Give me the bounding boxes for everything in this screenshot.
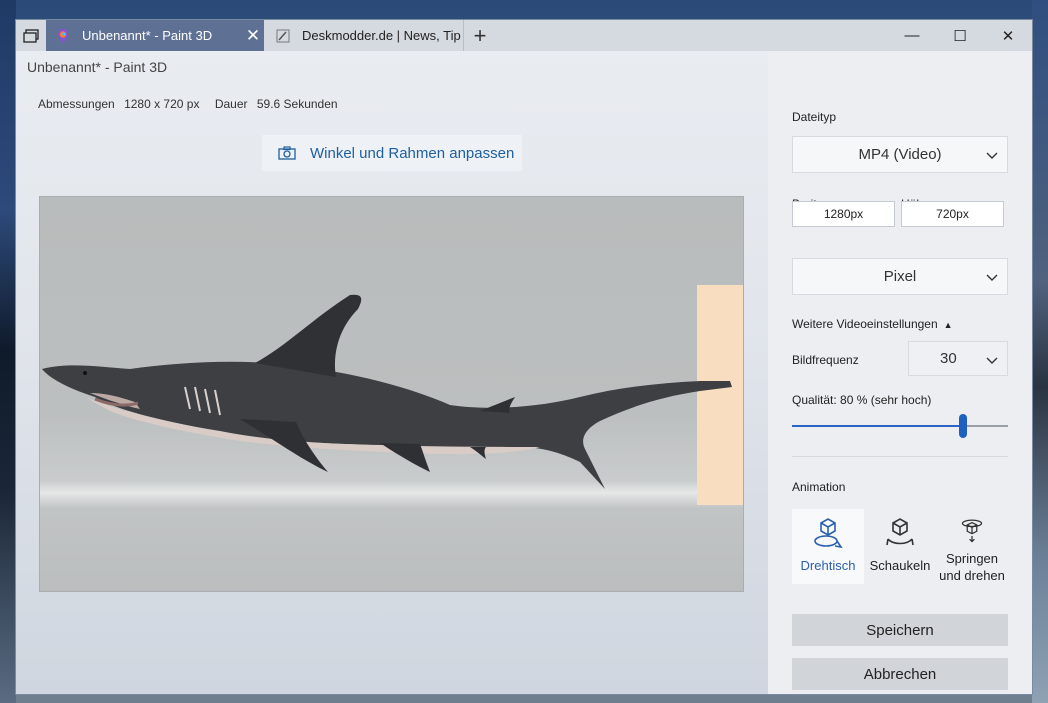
filetype-label: Dateityp	[792, 110, 837, 124]
minimize-button[interactable]: —	[888, 20, 936, 51]
filetype-dropdown[interactable]: MP4 (Video)	[792, 136, 1008, 173]
animation-label: Animation	[792, 480, 846, 494]
new-tab-button[interactable]: +	[464, 20, 496, 51]
pen-icon	[274, 27, 292, 45]
cancel-button[interactable]: Abbrechen	[792, 658, 1008, 690]
advanced-settings-label: Weitere Videoeinstellungen	[792, 317, 938, 331]
camera-icon	[278, 146, 296, 160]
quality-slider-thumb[interactable]	[958, 414, 967, 438]
dimensions-info: Abmessungen 1280 x 720 px Dauer 59.6 Sek…	[38, 97, 344, 111]
chevron-down-icon	[986, 152, 998, 159]
rock-icon	[886, 518, 914, 546]
divider	[792, 456, 1008, 457]
desktop-background-right	[1032, 0, 1048, 703]
adjust-view-label: Winkel und Rahmen anpassen	[310, 144, 515, 162]
tab-paint3d[interactable]: Unbenannt* - Paint 3D ✕	[46, 20, 264, 51]
dimensions-label: Abmessungen	[38, 97, 115, 111]
chevron-down-icon	[986, 274, 998, 281]
desktop-background-left	[0, 0, 16, 703]
framerate-label: Bildfrequenz	[792, 353, 859, 367]
animation-turntable[interactable]: Drehtisch	[792, 509, 864, 584]
adjust-view-button[interactable]: Winkel und Rahmen anpassen	[262, 135, 522, 171]
height-input[interactable]: 720px	[901, 201, 1004, 227]
dimensions-value: 1280 x 720 px	[124, 97, 200, 111]
duration-label: Dauer	[214, 97, 248, 111]
save-button[interactable]: Speichern	[792, 614, 1008, 646]
export-settings-panel: Dateityp MP4 (Video) Breite Höhe 1280px …	[768, 51, 1032, 694]
animation-rock[interactable]: Schaukeln	[864, 509, 936, 584]
chevron-down-icon	[986, 357, 998, 364]
paint3d-window: Unbenannt* - Paint 3D ✕ Deskmodder.de | …	[16, 20, 1032, 694]
width-input[interactable]: 1280px	[792, 201, 895, 227]
advanced-video-settings-toggle[interactable]: Weitere Videoeinstellungen ▲	[792, 317, 953, 331]
shark-model	[42, 294, 732, 489]
tab-label: Unbenannt* - Paint 3D	[82, 28, 213, 43]
quality-label: Qualität: 80 % (sehr hoch)	[792, 393, 932, 407]
unit-dropdown[interactable]: Pixel	[792, 258, 1008, 295]
tab-deskmodder[interactable]: Deskmodder.de | News, Tip	[264, 20, 464, 51]
quality-slider-fill	[792, 425, 963, 427]
maximize-button[interactable]: ☐	[936, 20, 984, 51]
animation-bounce-spin[interactable]: Springen und drehen	[936, 509, 1008, 584]
page-title: Unbenannt* - Paint 3D	[27, 59, 168, 75]
duration-value: 59.6 Sekunden	[256, 97, 338, 111]
animation-turntable-label: Drehtisch	[800, 558, 856, 573]
animation-rock-label: Schaukeln	[869, 558, 931, 573]
framerate-value: 30	[940, 350, 957, 367]
turntable-icon	[814, 518, 843, 549]
unit-value: Pixel	[883, 268, 917, 285]
bounce-spin-icon	[961, 519, 983, 543]
task-view-icon[interactable]	[16, 20, 46, 51]
tab-label: Deskmodder.de | News, Tip	[302, 28, 461, 43]
preview-area: Unbenannt* - Paint 3D Abmessungen 1280 x…	[16, 51, 768, 694]
animation-options: Drehtisch Schaukeln Springen und drehen	[792, 509, 1012, 584]
chevron-up-icon: ▲	[943, 320, 953, 330]
framerate-dropdown[interactable]: 30	[908, 341, 1008, 376]
video-preview-canvas[interactable]	[39, 196, 744, 592]
close-tab-icon[interactable]: ✕	[242, 26, 264, 46]
filetype-value: MP4 (Video)	[858, 146, 942, 163]
close-button[interactable]: ✕	[984, 20, 1032, 51]
paint3d-logo-icon	[54, 27, 72, 45]
animation-bounce-spin-label: Springen und drehen	[939, 551, 1005, 583]
title-bar: Unbenannt* - Paint 3D ✕ Deskmodder.de | …	[16, 20, 1032, 51]
